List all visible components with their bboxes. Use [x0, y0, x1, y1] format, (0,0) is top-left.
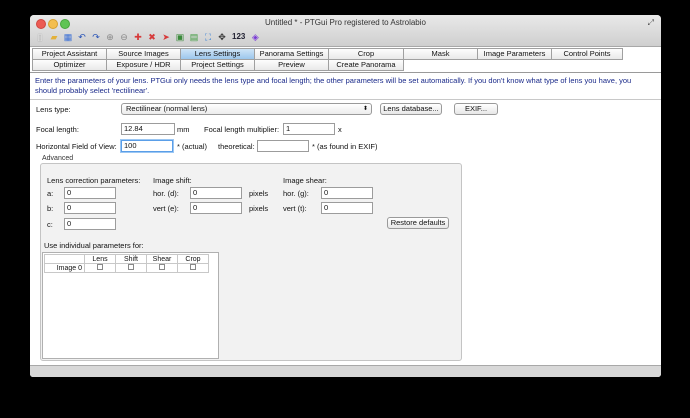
crop-checkbox[interactable]	[190, 264, 196, 270]
individual-params-title: Use individual parameters for:	[44, 241, 144, 250]
main-window: Untitled * - PTGui Pro registered to Ast…	[30, 15, 661, 377]
new-project-icon[interactable]: ▯	[34, 31, 46, 43]
fullscreen-icon[interactable]: ⤢	[648, 18, 654, 28]
preview-icon[interactable]: ▣	[174, 31, 186, 43]
advanced-group-title: Advanced	[42, 155, 74, 162]
row-header-image-0: Image 0	[44, 263, 85, 273]
shear-vert-input[interactable]: 0	[321, 202, 373, 214]
tab-project-settings[interactable]: Project Settings	[180, 59, 254, 71]
shift-vert-unit: pixels	[249, 204, 269, 213]
table-row: Image 0	[44, 263, 209, 273]
restore-defaults-button[interactable]: Restore defaults	[387, 217, 449, 229]
table-icon[interactable]: ▤	[188, 31, 200, 43]
exif-button[interactable]: EXIF...	[454, 103, 498, 115]
lens-type-value: Rectilinear (normal lens)	[126, 104, 208, 113]
shift-hor-unit: pixels	[249, 189, 269, 198]
grid-corner	[44, 254, 85, 264]
param-a-label: a:	[47, 189, 54, 198]
panorama-editor-icon[interactable]: ⛶	[202, 31, 214, 43]
shear-vert-label: vert (t):	[283, 204, 307, 213]
status-bar	[30, 365, 661, 377]
focal-unit-label: mm	[177, 125, 190, 134]
param-c-label: c:	[47, 220, 53, 229]
remove-control-point-icon[interactable]: ✖	[146, 31, 158, 43]
lens-type-select[interactable]: Rectilinear (normal lens) ⬍	[121, 103, 372, 115]
shift-checkbox[interactable]	[128, 264, 134, 270]
zoom-out-icon[interactable]: ⊖	[118, 31, 130, 43]
shift-vert-label: vert (e):	[153, 204, 179, 213]
next-icon[interactable]: ➤	[160, 31, 172, 43]
zoom-in-icon[interactable]: ⊕	[104, 31, 116, 43]
lens-checkbox[interactable]	[97, 264, 103, 270]
tab-optimizer[interactable]: Optimizer	[32, 59, 106, 71]
shift-vert-input[interactable]: 0	[190, 202, 242, 214]
tab-control-points[interactable]: Control Points	[551, 48, 623, 60]
tab-mask[interactable]: Mask	[403, 48, 477, 60]
hfov-input[interactable]: 100	[121, 140, 173, 152]
save-project-icon[interactable]: ▦	[62, 31, 74, 43]
hfov-suffix: * (actual)	[177, 142, 208, 151]
open-project-icon[interactable]: ▰	[48, 31, 60, 43]
focal-length-label: Focal length:	[36, 125, 79, 134]
theoretical-input[interactable]	[257, 140, 309, 152]
move-icon[interactable]: ✥	[216, 31, 228, 43]
theoretical-label: theoretical:	[218, 142, 255, 151]
shear-hor-input[interactable]: 0	[321, 187, 373, 199]
shift-hor-input[interactable]: 0	[190, 187, 242, 199]
tab-row-2: Optimizer Exposure / HDR Project Setting…	[32, 59, 404, 71]
column-header-lens: Lens	[84, 254, 116, 264]
column-header-shift: Shift	[115, 254, 147, 264]
tab-exposure-hdr[interactable]: Exposure / HDR	[106, 59, 180, 71]
multiplier-label: Focal length multiplier:	[204, 125, 280, 134]
focal-length-input[interactable]: 12.84	[121, 123, 175, 135]
tab-image-parameters[interactable]: Image Parameters	[477, 48, 551, 60]
column-header-shear: Shear	[146, 254, 178, 264]
param-b-input[interactable]: 0	[64, 202, 116, 214]
intro-text: Enter the parameters of your lens. PTGui…	[35, 76, 632, 95]
image-shear-title: Image shear:	[283, 176, 327, 185]
param-b-label: b:	[47, 204, 54, 213]
hfov-label: Horizontal Field of View:	[36, 142, 117, 151]
tab-create-panorama[interactable]: Create Panorama	[328, 59, 404, 71]
titlebar: Untitled * - PTGui Pro registered to Ast…	[30, 15, 661, 47]
window-title: Untitled * - PTGui Pro registered to Ast…	[265, 18, 426, 27]
multiplier-input[interactable]: 1	[283, 123, 335, 135]
shear-hor-label: hor. (g):	[283, 189, 309, 198]
shear-checkbox[interactable]	[159, 264, 165, 270]
tab-preview[interactable]: Preview	[254, 59, 328, 71]
toolbar: ▯ ▰ ▦ ↶ ↷ ⊕ ⊖ ✚ ✖ ➤ ▣ ▤ ⛶ ✥ 123 ◈	[34, 30, 261, 44]
individual-params-table: Lens Shift Shear Crop Image 0	[42, 252, 219, 359]
param-a-input[interactable]: 0	[64, 187, 116, 199]
numbering-icon[interactable]: 123	[230, 31, 247, 43]
column-header-crop: Crop	[177, 254, 209, 264]
param-c-input[interactable]: 0	[64, 218, 116, 230]
tabs-divider	[30, 72, 661, 73]
params-grid: Lens Shift Shear Crop Image 0	[44, 254, 209, 273]
lens-database-button[interactable]: Lens database...	[380, 103, 442, 115]
select-arrows-icon: ⬍	[362, 106, 368, 112]
redo-icon[interactable]: ↷	[90, 31, 102, 43]
help-book-icon[interactable]: ◈	[249, 31, 261, 43]
theoretical-suffix: * (as found in EXIF)	[312, 142, 378, 151]
undo-icon[interactable]: ↶	[76, 31, 88, 43]
multiplier-unit-label: x	[338, 125, 342, 134]
image-shift-title: Image shift:	[153, 176, 192, 185]
intro-divider	[30, 99, 661, 100]
shift-hor-label: hor. (d):	[153, 189, 179, 198]
add-control-point-icon[interactable]: ✚	[132, 31, 144, 43]
lens-type-label: Lens type:	[36, 105, 71, 114]
lens-correction-title: Lens correction parameters:	[47, 176, 141, 185]
